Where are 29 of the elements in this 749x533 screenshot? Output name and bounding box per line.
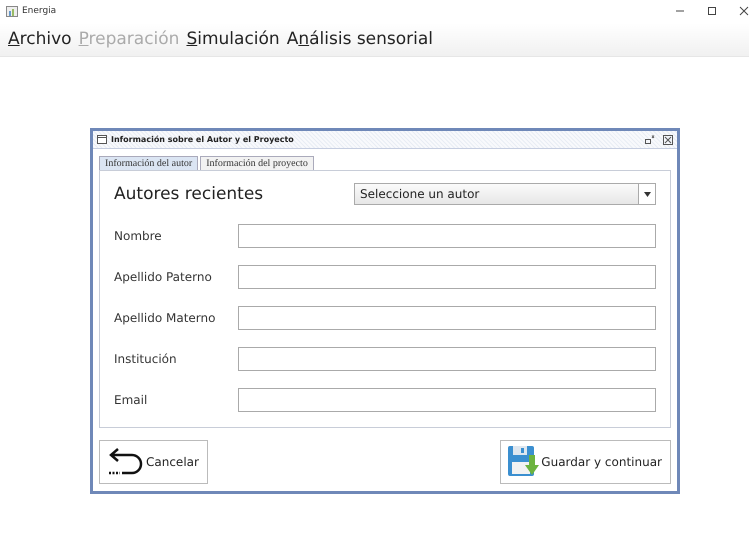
field-label: Nombre	[114, 228, 163, 242]
input-field[interactable]	[238, 306, 656, 330]
menu-item[interactable]: Simulación	[186, 29, 280, 49]
caret-icon	[644, 192, 650, 196]
field-label: Apellido Materno	[114, 310, 216, 324]
restore-icon[interactable]	[645, 134, 655, 144]
close-icon[interactable]	[739, 6, 749, 16]
window-title: Energia	[22, 6, 56, 16]
cancel-button[interactable]: Cancelar	[99, 440, 208, 484]
field-label: Institución	[114, 352, 178, 366]
save-button[interactable]: Guardar y continuar	[500, 440, 671, 484]
author-dropdown[interactable]: Seleccione un autor	[354, 183, 656, 205]
input-field[interactable]	[238, 224, 656, 248]
recent-authors-label: Autores recientes	[114, 184, 264, 204]
menu-item[interactable]: Archivo	[8, 29, 72, 49]
input-field[interactable]	[238, 264, 656, 288]
field-label: Apellido Paterno	[114, 270, 213, 284]
floppy-disk-icon	[507, 445, 540, 479]
input-field[interactable]	[238, 346, 656, 370]
field-label: Email	[114, 392, 148, 406]
menu-item[interactable]: Análisis sensorial	[286, 29, 434, 49]
app-icon	[6, 6, 18, 16]
maximize-icon[interactable]	[707, 6, 717, 16]
window-icon	[97, 135, 107, 144]
close-icon[interactable]	[663, 134, 673, 144]
tab[interactable]: Información del autor	[99, 156, 198, 170]
input-field[interactable]	[238, 388, 656, 412]
dialog-title: Información sobre el Autor y el Proyecto	[111, 135, 294, 144]
tab[interactable]: Información del proyecto	[200, 156, 314, 170]
